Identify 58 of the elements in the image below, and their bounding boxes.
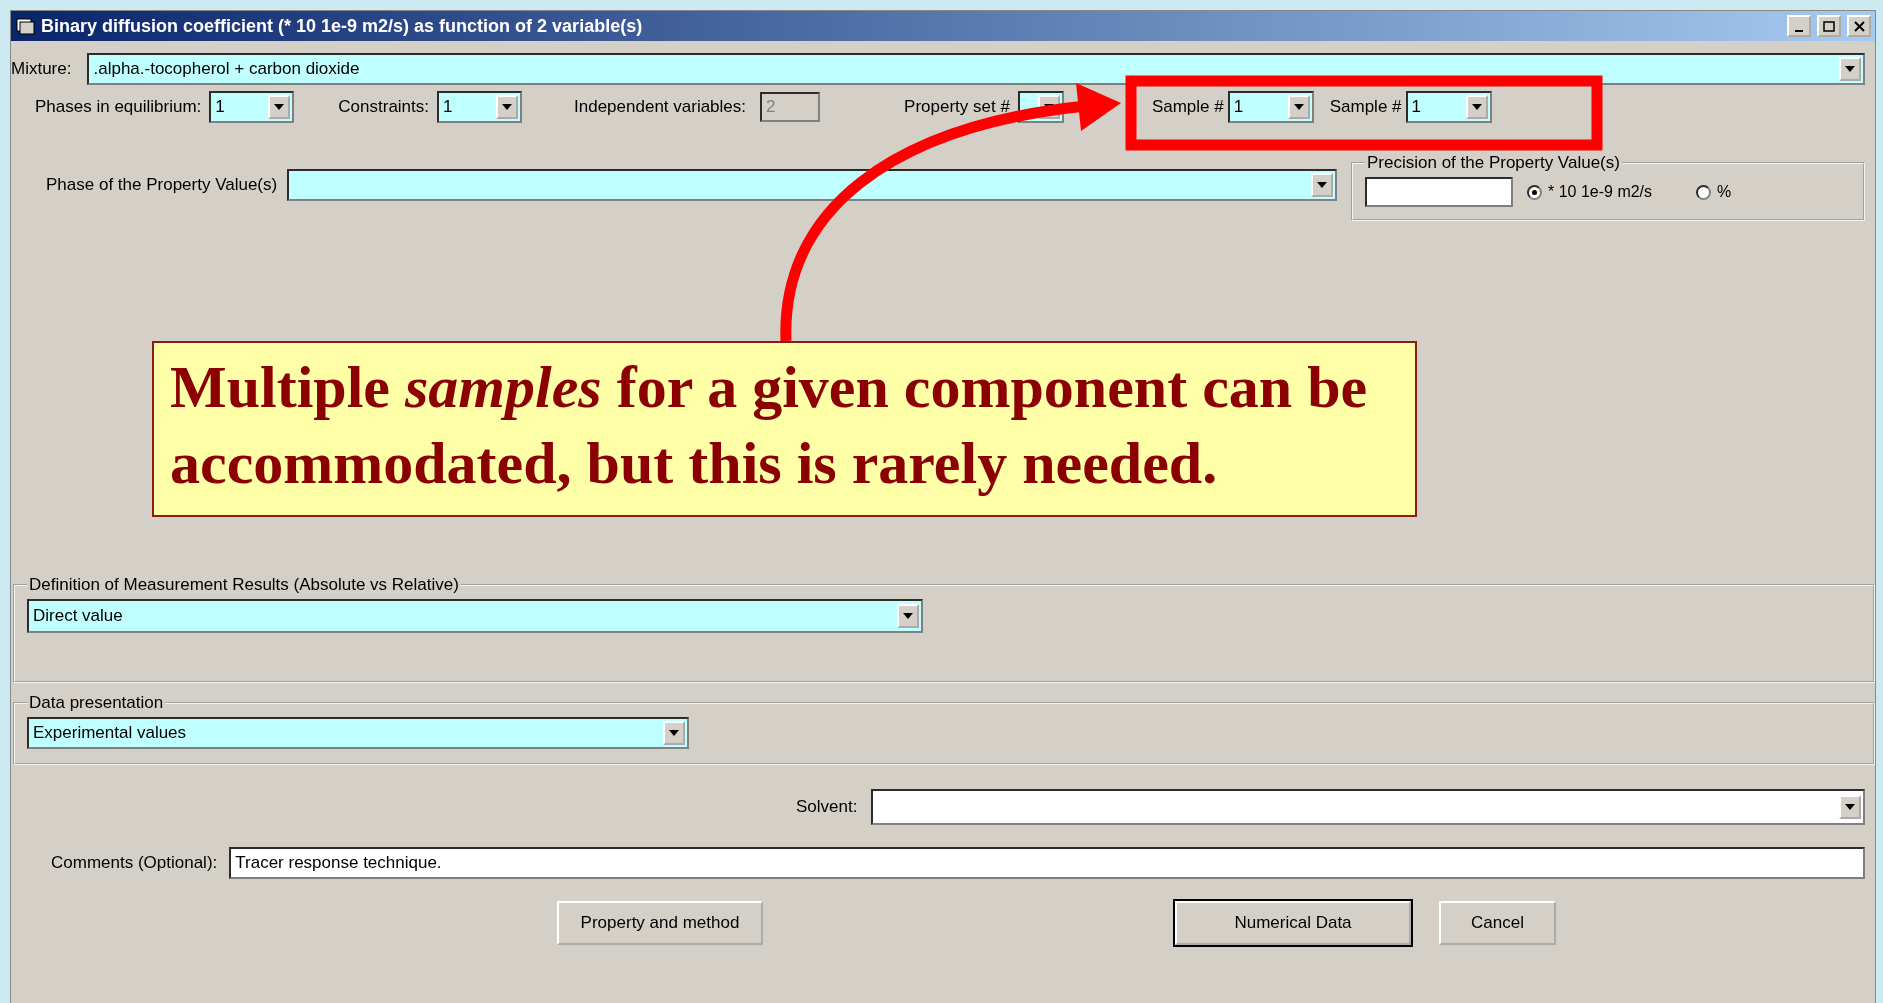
- definition-label: Definition of Measurement Results (Absolute vs Relative): [28, 575, 460, 595]
- data-presentation-dropdown[interactable]: Experimental values: [27, 717, 689, 749]
- radio-button[interactable]: [1527, 184, 1542, 200]
- caret-icon: [1845, 66, 1855, 72]
- unit-option-label: %: [1717, 183, 1732, 201]
- definition-dropdown[interactable]: Direct value: [27, 599, 923, 633]
- dropdown-button[interactable]: [663, 721, 685, 745]
- dropdown-button[interactable]: [1287, 95, 1310, 119]
- comments-label: Comments (Optional):: [51, 853, 218, 873]
- dialog-button[interactable]: Numerical Data: [1175, 901, 1411, 945]
- mixture-dropdown[interactable]: .alpha.-tocopherol + carbon dioxide: [87, 53, 1865, 85]
- caret-icon: [502, 104, 512, 110]
- mixture-label: Mixture:: [11, 59, 72, 79]
- window-icon: [15, 17, 35, 35]
- window-title: Binary diffusion coefficient (* 10 1e-9 m2/s) as function of 2 variable(s): [41, 15, 644, 37]
- caret-icon: [1293, 104, 1304, 110]
- caret-icon: [1317, 182, 1327, 188]
- comments-field[interactable]: Tracer response technique.: [229, 847, 1865, 879]
- phase-of-property-label: Phase of the Property Value(s): [46, 175, 278, 195]
- constraints-dropdown[interactable]: 1: [437, 91, 522, 123]
- maximize-icon: [1823, 20, 1835, 32]
- caret-icon: [903, 613, 913, 619]
- caret-icon: [274, 104, 285, 110]
- dialog-button[interactable]: Property and method: [557, 901, 763, 945]
- data-presentation-label: Data presentation: [28, 693, 165, 713]
- caret-icon: [1845, 804, 1855, 810]
- dropdown-button[interactable]: [1465, 95, 1488, 119]
- caret-icon: [1471, 104, 1482, 110]
- phases-label: Phases in equilibrium:: [35, 97, 202, 117]
- radio-button[interactable]: [1696, 184, 1712, 200]
- maximize-button[interactable]: [1817, 15, 1841, 37]
- sample-label: Sample #: [1329, 97, 1402, 117]
- caret-icon: [669, 730, 679, 736]
- dropdown-button[interactable]: [897, 604, 919, 628]
- phase-of-property-dropdown[interactable]: [287, 169, 1337, 201]
- sample-label: Sample #: [1151, 97, 1224, 117]
- close-button[interactable]: [1847, 15, 1871, 37]
- solvent-dropdown[interactable]: [871, 789, 1865, 825]
- dropdown-button[interactable]: [1311, 173, 1333, 197]
- precision-field[interactable]: [1365, 177, 1513, 207]
- solvent-label: Solvent:: [796, 797, 858, 817]
- dialog-button[interactable]: Cancel: [1439, 901, 1556, 945]
- dropdown-button[interactable]: [268, 95, 291, 119]
- phases-dropdown[interactable]: 1: [209, 91, 295, 123]
- dropdown-button[interactable]: [496, 95, 518, 119]
- sample-dropdown[interactable]: 1: [1227, 91, 1314, 123]
- sample-dropdown[interactable]: 1: [1405, 91, 1492, 123]
- annotation-callout: Multiple samples for a given component can be accommodated, but this is rarely needed.: [152, 341, 1417, 517]
- minimize-button[interactable]: [1787, 15, 1811, 37]
- minimize-icon: [1795, 29, 1803, 32]
- close-icon: [1853, 20, 1865, 32]
- property-set-label: Property set #: [904, 97, 1010, 117]
- independent-variables-label: Independent variables:: [574, 97, 747, 117]
- dropdown-button[interactable]: [1839, 795, 1861, 819]
- precision-label: Precision of the Property Value(s): [1366, 153, 1621, 173]
- dropdown-button[interactable]: [1839, 57, 1861, 81]
- constraints-label: Constraints:: [338, 97, 429, 117]
- unit-option-label: * 10 1e-9 m2/s: [1548, 183, 1653, 201]
